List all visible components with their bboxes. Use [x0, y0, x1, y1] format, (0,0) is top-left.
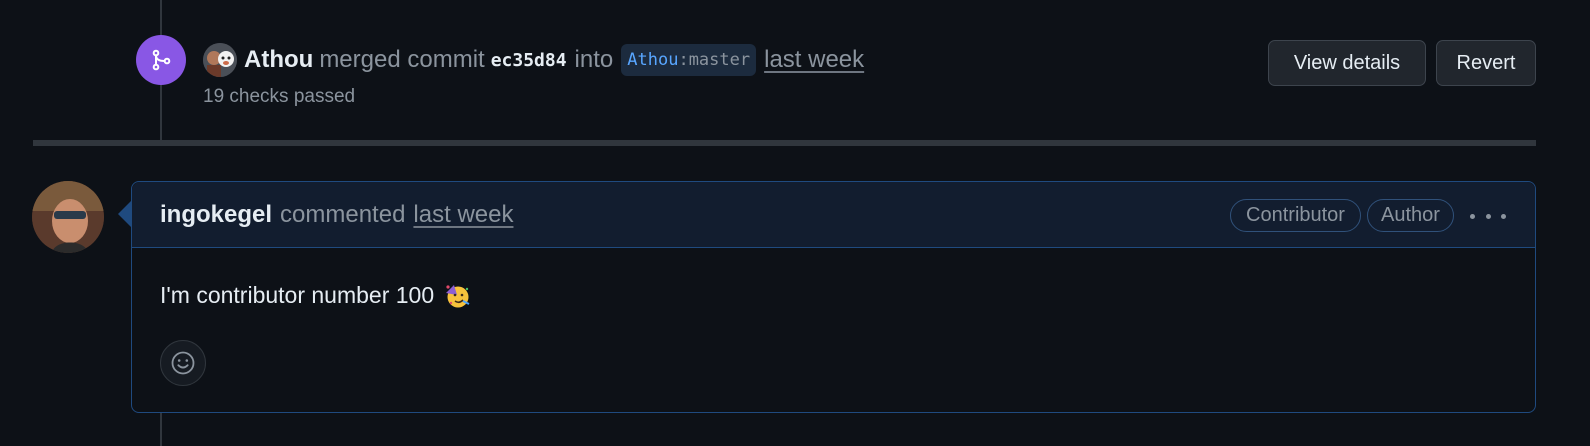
merge-badge — [136, 35, 186, 85]
revert-button[interactable]: Revert — [1436, 40, 1536, 86]
comment-options-button[interactable] — [1470, 202, 1506, 230]
comment-body: I'm contributor number 100 — [160, 282, 470, 309]
checks-status: 19 checks passed — [203, 86, 356, 107]
timeline-line-bottom — [160, 413, 162, 446]
comment-caret — [118, 201, 131, 227]
target-branch[interactable]: Athou:master — [621, 44, 757, 76]
contributor-badge: Contributor — [1230, 199, 1361, 232]
partying-face-icon — [444, 283, 470, 309]
kebab-horizontal-icon — [1501, 213, 1506, 219]
comment-timestamp-link[interactable]: last week — [413, 201, 513, 229]
smiley-icon — [171, 351, 195, 375]
author-badge: Author — [1367, 199, 1454, 232]
merge-timestamp-link[interactable]: last week — [764, 46, 864, 74]
merge-summary: Athou merged commit ec35d84 into Athou:m… — [244, 42, 864, 78]
actor-avatar[interactable] — [203, 43, 237, 77]
commit-sha-link[interactable]: ec35d84 — [491, 50, 567, 71]
branch-name: master — [688, 50, 751, 70]
kebab-horizontal-icon — [1485, 213, 1491, 219]
comment-text: I'm contributor number 100 — [160, 282, 435, 308]
into-text: into — [574, 46, 614, 73]
comment-header: ingokegel commented last week Contributo… — [132, 182, 1535, 248]
git-merge-icon — [152, 49, 171, 71]
comment-meta: ingokegel commented last week — [160, 198, 513, 232]
kebab-horizontal-icon — [1470, 213, 1475, 219]
merge-event: Athou merged commit ec35d84 into Athou:m… — [0, 0, 1590, 140]
view-details-button[interactable]: View details — [1268, 40, 1426, 86]
timeline-divider — [33, 140, 1536, 146]
branch-separator: : — [678, 50, 689, 70]
comment-verb: commented — [280, 201, 406, 228]
commenter-avatar[interactable] — [32, 181, 104, 253]
comment-card: ingokegel commented last week Contributo… — [131, 181, 1536, 413]
pull-request-timeline: Athou merged commit ec35d84 into Athou:m… — [0, 0, 1590, 446]
merge-verb: merged commit — [319, 46, 485, 73]
add-reaction-button[interactable] — [160, 340, 206, 386]
actor-name[interactable]: Athou — [244, 46, 313, 74]
branch-owner: Athou — [627, 50, 679, 70]
comment-author[interactable]: ingokegel — [160, 201, 272, 229]
